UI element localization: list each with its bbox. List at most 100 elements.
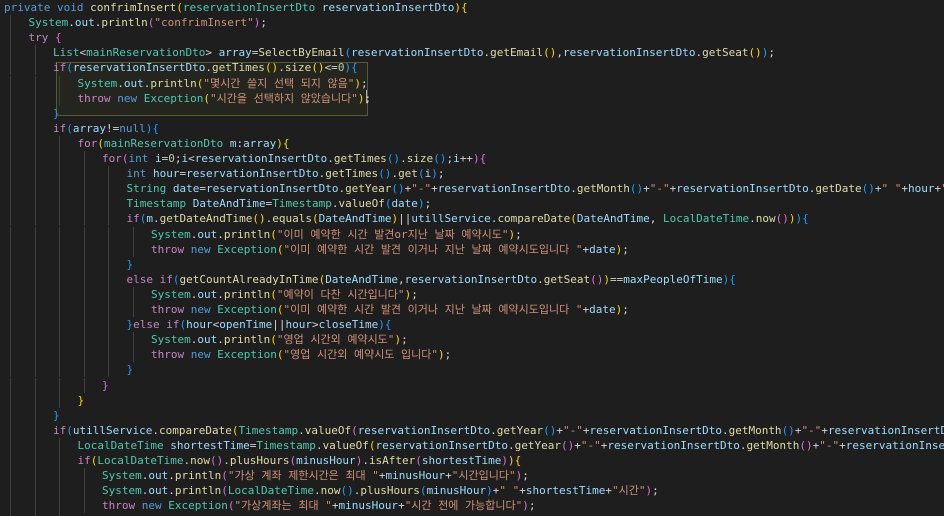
code-token: }: [126, 363, 134, 377]
code-token: out: [123, 76, 144, 90]
code-token: plusHours: [360, 484, 420, 498]
code-line[interactable]: throw new Exception("이미 예약한 시간 발견 이거나 지난…: [0, 242, 944, 257]
code-line[interactable]: System.out.println("가상 계좌 제한시간은 최대 "+min…: [0, 468, 944, 483]
code-token: .: [749, 212, 756, 226]
code-line[interactable]: if(m.getDateAndTime().equals(DateAndTime…: [0, 211, 944, 226]
code-token: .: [68, 16, 75, 30]
code-token: reservationInsertDto: [182, 1, 322, 14]
code-token: SelectByEmail: [258, 46, 345, 60]
code-token: closeTime: [318, 318, 379, 332]
code-token: (: [97, 136, 104, 150]
code-token: date: [391, 197, 418, 211]
code-line[interactable]: System.out.println("몇시간 쓸지 선택 되지 않음");: [0, 76, 944, 91]
code-token: ;: [515, 227, 522, 241]
code-token: ,: [649, 212, 664, 226]
code-token: 0: [168, 152, 175, 165]
code-token: Exception: [143, 91, 204, 105]
code-token: size: [284, 61, 312, 75]
code-line[interactable]: }: [0, 362, 944, 377]
code-token: LocalDateTime: [77, 438, 171, 452]
code-token: .: [721, 423, 729, 437]
code-line[interactable]: LocalDateTime shortestTime=Timestamp.val…: [0, 438, 944, 453]
code-token: +: [821, 423, 828, 437]
code-token: +: [643, 182, 650, 196]
code-line[interactable]: throw new Exception("시간을 선택하지 않았습니다");: [0, 91, 944, 106]
code-token: +: [378, 469, 386, 483]
code-token: ;: [444, 348, 452, 362]
code-line[interactable]: if(reservationInsertDto.getTimes().size(…: [0, 60, 944, 75]
code-token: println: [223, 227, 271, 241]
code-token: reservationInsertDto: [563, 46, 696, 60]
code-line[interactable]: System.out.println("영업 시간외 예약시도");: [0, 332, 944, 347]
code-token: shortestTime: [525, 484, 606, 498]
code-token: println: [174, 469, 222, 483]
code-editor[interactable]: private void confrimInsert(reservationIn…: [0, 0, 944, 516]
code-token: ): [522, 499, 529, 513]
code-token: (): [252, 212, 266, 226]
code-line[interactable]: System.out.println(LocalDateTime.now().p…: [0, 483, 944, 498]
code-token: valueOf: [304, 423, 352, 437]
code-line[interactable]: String date=reservationInsertDto.getYear…: [0, 181, 944, 196]
code-token: ;: [622, 242, 629, 256]
code-token: (: [66, 61, 73, 75]
code-line[interactable]: int hour=reservationInsertDto.getTimes()…: [0, 166, 944, 181]
code-token: (): [590, 272, 604, 286]
code-line[interactable]: try {: [0, 30, 944, 45]
code-token: .: [537, 272, 544, 286]
code-token: if: [77, 454, 91, 467]
code-token: +: [839, 438, 846, 452]
code-line[interactable]: if(utillService.compareDate(Timestamp.va…: [0, 423, 944, 438]
code-line[interactable]: }: [0, 393, 944, 408]
code-line[interactable]: throw new Exception("영업 시간외 예약시도 입니다");: [0, 347, 944, 362]
code-line[interactable]: System.out.println("예약이 다찬 시간입니다");: [0, 287, 944, 302]
code-token: getMonth: [576, 182, 630, 196]
code-token: getTimes: [325, 167, 379, 181]
code-line[interactable]: private void confrimInsert(reservationIn…: [0, 0, 944, 15]
code-token: maxPeopleOfTime: [623, 272, 723, 286]
code-token: (: [368, 438, 376, 452]
code-token: date: [589, 242, 616, 256]
code-line[interactable]: Timestamp DateAndTime=Timestamp.valueOf(…: [0, 196, 944, 211]
code-line[interactable]: }else if(hour<openTime||hour>closeTime){: [0, 317, 944, 332]
code-token: reservationInsertDto: [589, 423, 722, 437]
code-token: utillService: [72, 423, 153, 437]
code-line[interactable]: if(array!=null){: [0, 121, 944, 136]
code-token: hour: [908, 182, 935, 196]
code-token: ): [486, 484, 493, 498]
code-line[interactable]: }: [0, 257, 944, 272]
code-token: " ": [881, 182, 902, 196]
code-token: getYear: [496, 423, 544, 437]
code-token: {: [55, 31, 62, 45]
code-token: throw: [151, 303, 191, 316]
code-line[interactable]: else if(getCountAlreadyInTime(DateAndTim…: [0, 272, 944, 287]
code-token: reservationInsertDto: [205, 182, 339, 196]
code-line[interactable]: throw new Exception("가상계좌는 최대 "+minusHou…: [0, 498, 944, 513]
code-token: (: [270, 287, 277, 301]
code-token: date: [172, 182, 200, 196]
code-token: "영업 시간외 예약시도 입니다": [283, 348, 439, 362]
code-line[interactable]: }: [0, 408, 944, 423]
code-token: throw: [102, 499, 142, 513]
code-token: void: [56, 1, 91, 14]
code-line[interactable]: List<mainReservationDto> array=SelectByE…: [0, 45, 944, 60]
code-token: .: [205, 61, 212, 75]
code-line[interactable]: if(LocalDateTime.now().plusHours(minusHo…: [0, 453, 944, 468]
code-line[interactable]: throw new Exception("이미 예약한 시간 발견 이거나 지난…: [0, 302, 944, 317]
code-token: +: [582, 423, 590, 437]
code-token: getDate: [815, 182, 862, 196]
code-token: throw: [77, 91, 118, 105]
code-line[interactable]: }: [0, 106, 944, 121]
code-token: }: [102, 378, 109, 392]
code-token: ): [603, 272, 610, 286]
code-line[interactable]: for(mainReservationDto m:array){: [0, 136, 944, 151]
code-line[interactable]: System.out.println("이미 예약한 시간 발견or지난 날짜 …: [0, 227, 944, 242]
code-token: {: [479, 152, 487, 165]
code-line[interactable]: System.out.println("confrimInsert");: [0, 15, 944, 30]
code-token: .: [570, 182, 577, 196]
code-token: "-": [411, 182, 432, 196]
code-line[interactable]: for(int i=0;i<reservationInsertDto.getTi…: [0, 151, 944, 166]
code-token: mainReservationDto: [86, 46, 206, 60]
code-token: get: [398, 167, 418, 181]
code-token: ): [788, 212, 796, 226]
code-line[interactable]: }: [0, 378, 944, 393]
